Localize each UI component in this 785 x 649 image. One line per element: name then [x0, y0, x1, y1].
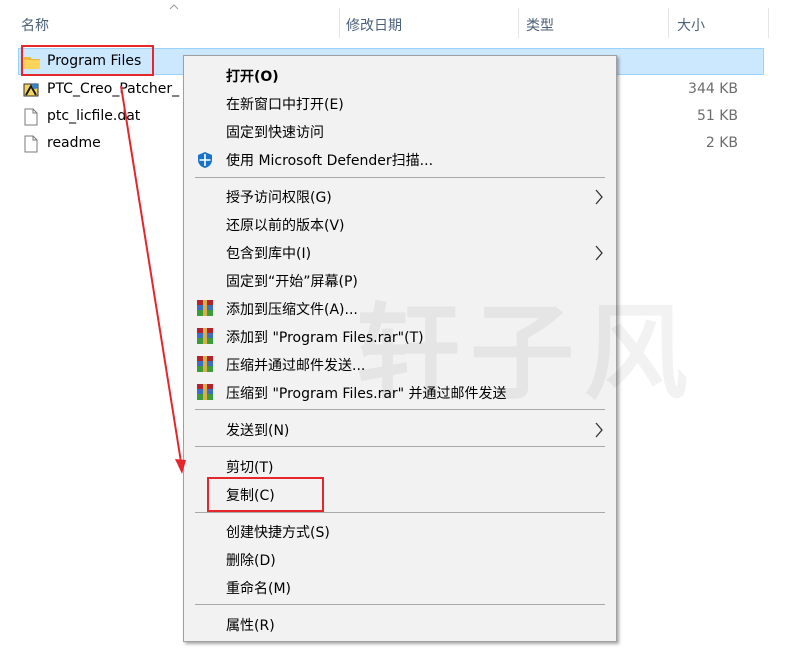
file-size: 344 KB — [688, 81, 738, 97]
menu-item-delete[interactable]: 删除(D) — [226, 550, 276, 570]
annotation-box-program-files — [21, 45, 154, 76]
menu-item-create-shortcut[interactable]: 创建快捷方式(S) — [226, 522, 330, 542]
menu-item-give-access[interactable]: 授予访问权限(G) — [226, 187, 332, 207]
file-name: PTC_Creo_Patcher_ — [47, 81, 180, 97]
chevron-right-icon — [595, 422, 603, 438]
column-divider[interactable] — [668, 8, 669, 38]
menu-item-add-archive[interactable]: 添加到压缩文件(A)... — [226, 299, 358, 319]
column-name[interactable]: 名称 — [21, 15, 49, 35]
menu-item-include-library[interactable]: 包含到库中(I) — [226, 243, 311, 263]
file-icon — [24, 108, 38, 126]
annotation-box-copy — [207, 477, 324, 512]
column-divider[interactable] — [339, 8, 340, 38]
menu-item-cut[interactable]: 剪切(T) — [226, 457, 273, 477]
menu-item-pin-start[interactable]: 固定到“开始”屏幕(P) — [226, 271, 358, 291]
sort-ascending-icon[interactable] — [169, 2, 179, 10]
menu-item-defender-scan[interactable]: 使用 Microsoft Defender扫描... — [226, 150, 433, 170]
menu-item-pin-quick-access[interactable]: 固定到快速访问 — [226, 122, 324, 142]
menu-item-send-to[interactable]: 发送到(N) — [226, 420, 289, 440]
file-icon — [24, 135, 38, 153]
defender-shield-icon — [198, 152, 212, 168]
column-divider[interactable] — [768, 8, 769, 38]
column-type[interactable]: 类型 — [526, 15, 554, 35]
menu-item-rename[interactable]: 重命名(M) — [226, 578, 291, 598]
menu-separator — [195, 512, 605, 513]
column-size[interactable]: 大小 — [677, 15, 705, 35]
file-name: readme — [47, 135, 101, 151]
column-date-modified[interactable]: 修改日期 — [346, 15, 402, 35]
menu-item-compress-email[interactable]: 压缩并通过邮件发送... — [226, 355, 365, 375]
menu-item-properties[interactable]: 属性(R) — [226, 615, 275, 635]
winrar-icon — [197, 384, 213, 400]
menu-separator — [195, 604, 605, 605]
patcher-exe-icon — [23, 83, 39, 97]
menu-item-open[interactable]: 打开(O) — [226, 66, 279, 86]
menu-item-open-new-window[interactable]: 在新窗口中打开(E) — [226, 94, 344, 114]
chevron-right-icon — [595, 245, 603, 261]
file-size: 51 KB — [696, 108, 738, 124]
file-name: ptc_licfile.dat — [47, 108, 141, 124]
winrar-icon — [197, 300, 213, 316]
menu-item-restore-versions[interactable]: 还原以前的版本(V) — [226, 215, 345, 235]
menu-separator — [195, 177, 605, 178]
winrar-icon — [197, 328, 213, 344]
chevron-right-icon — [595, 189, 603, 205]
menu-separator — [195, 446, 605, 447]
watermark: 轩子风 — [356, 292, 699, 414]
winrar-icon — [197, 356, 213, 372]
column-header: 名称 修改日期 类型 大小 — [0, 0, 785, 46]
file-size: 2 KB — [705, 135, 738, 151]
column-divider[interactable] — [518, 8, 519, 38]
